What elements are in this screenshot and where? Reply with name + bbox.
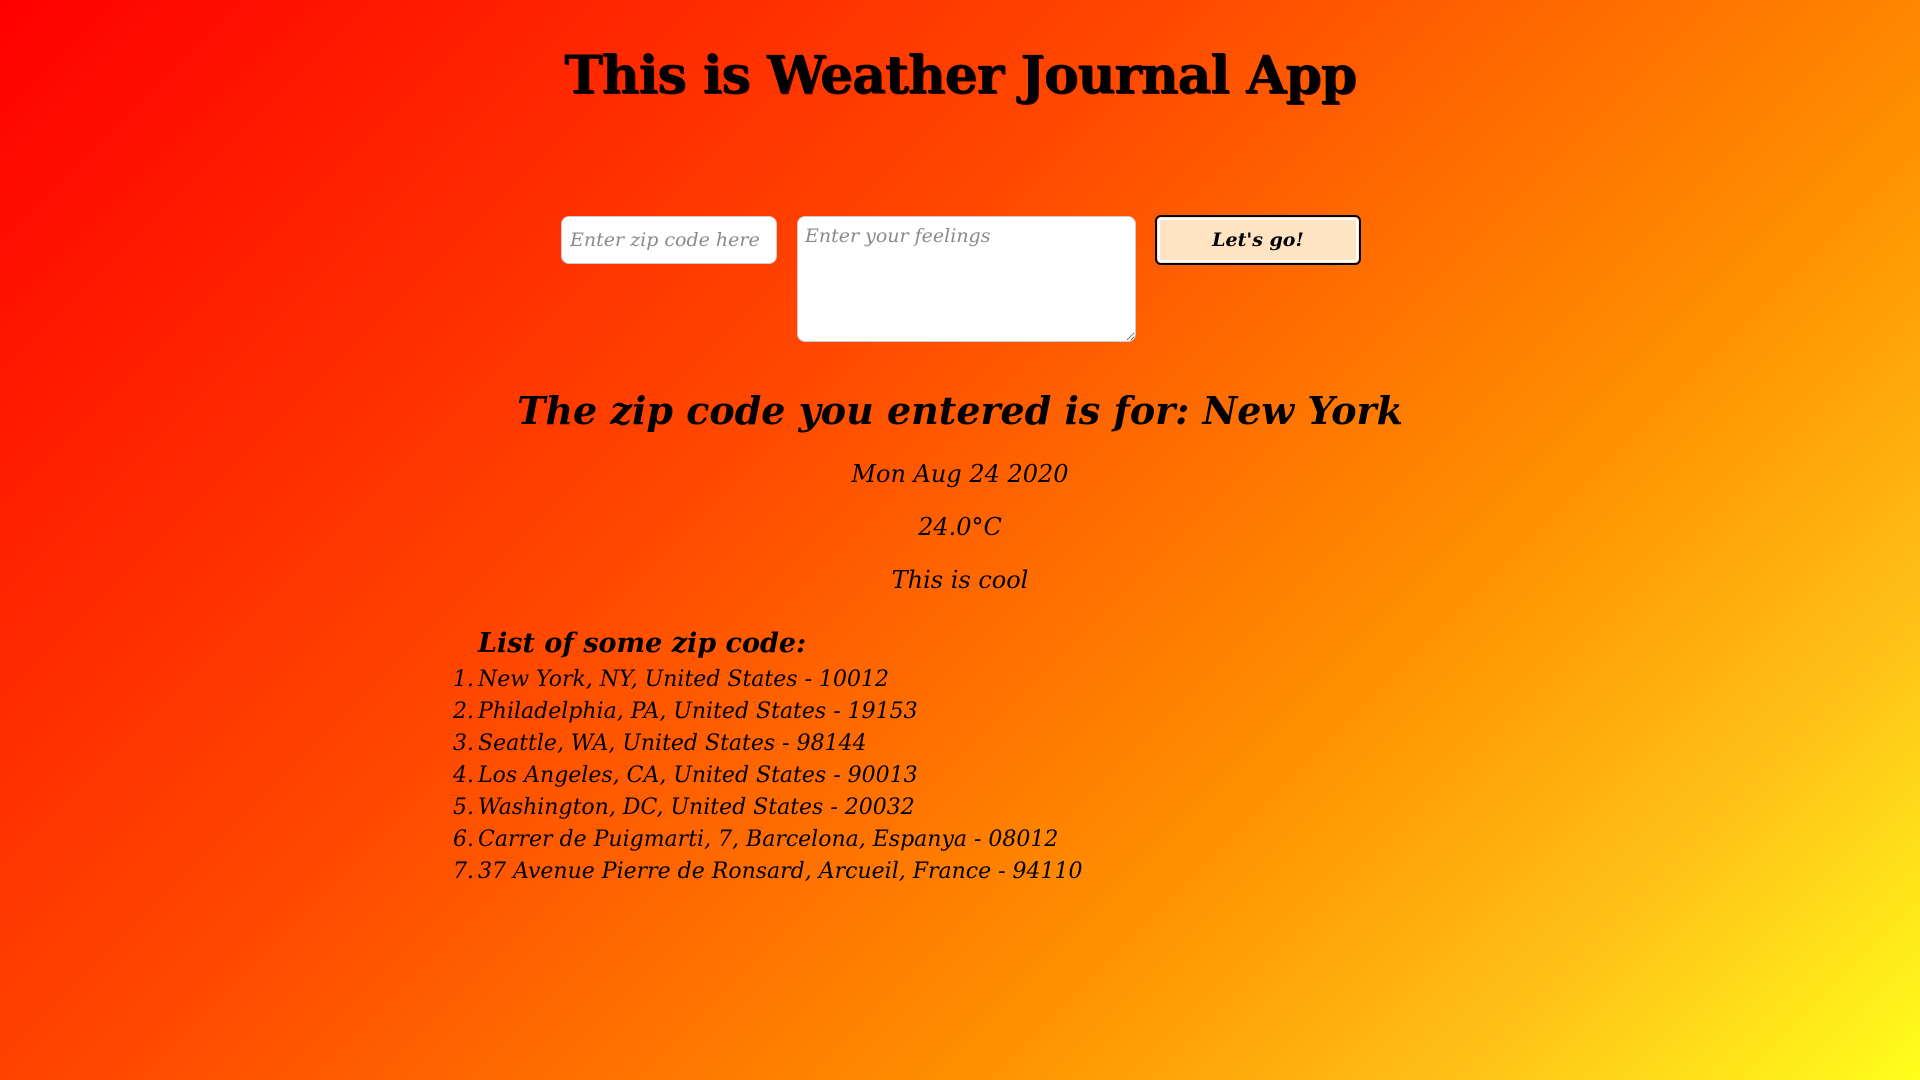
list-item-text: New York, NY, United States - 10012 (478, 667, 889, 692)
list-item-number: 7. (453, 859, 474, 884)
zip-list-title: List of some zip code: (478, 628, 807, 659)
app-title: This is Weather Journal App (563, 45, 1357, 106)
list-item-text: Philadelphia, PA, United States - 19153 (478, 699, 918, 724)
zip-code-list: 1. New York, NY, United States - 10012 2.… (453, 664, 1083, 888)
list-item: 6. Carrer de Puigmarti, 7, Barcelona, Esp… (453, 824, 1083, 856)
list-item: 5. Washington, DC, United States - 20032 (453, 792, 1083, 824)
list-item-text: Seattle, WA, United States - 98144 (478, 731, 867, 756)
zip-code-input[interactable] (561, 216, 777, 264)
list-item-number: 6. (453, 827, 474, 852)
list-item-text: Carrer de Puigmarti, 7, Barcelona, Espan… (478, 827, 1059, 852)
list-item-number: 5. (453, 795, 474, 820)
list-item: 4. Los Angeles, CA, United States - 90013 (453, 760, 1083, 792)
feelings-textarea[interactable] (797, 216, 1136, 342)
list-item-number: 4. (453, 763, 474, 788)
generate-button[interactable]: Let's go! (1155, 215, 1361, 265)
result-date: Mon Aug 24 2020 (851, 460, 1069, 488)
result-temperature: 24.0°C (918, 513, 1002, 541)
list-item-number: 1. (453, 667, 474, 692)
result-content: This is cool (891, 566, 1029, 594)
list-item: 3. Seattle, WA, United States - 98144 (453, 728, 1083, 760)
list-item-text: Washington, DC, United States - 20032 (478, 795, 915, 820)
list-item: 7. 37 Avenue Pierre de Ronsard, Arcueil, … (453, 856, 1083, 888)
list-item-number: 3. (453, 731, 474, 756)
result-heading: The zip code you entered is for: New Yor… (517, 388, 1403, 433)
list-item-number: 2. (453, 699, 474, 724)
list-item: 1. New York, NY, United States - 10012 (453, 664, 1083, 696)
list-item: 2. Philadelphia, PA, United States - 1915… (453, 696, 1083, 728)
list-item-text: 37 Avenue Pierre de Ronsard, Arcueil, Fr… (478, 859, 1083, 884)
list-item-text: Los Angeles, CA, United States - 90013 (478, 763, 918, 788)
